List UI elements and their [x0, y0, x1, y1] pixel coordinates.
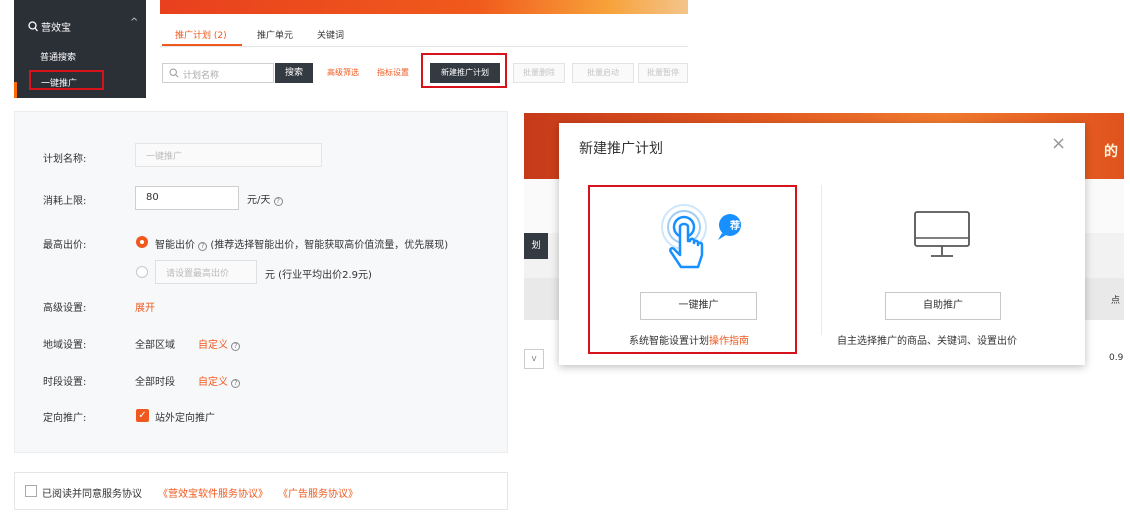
modal-title: 新建推广计划 [579, 141, 663, 157]
search-placeholder: 计划名称 [183, 71, 220, 81]
time-label: 时段设置: [43, 377, 87, 388]
external-targeting-checkbox[interactable]: ✓ [136, 409, 149, 422]
region-custom-link[interactable]: 自定义 [198, 340, 228, 351]
search-icon [169, 68, 179, 78]
sidebar: 营效宝 ^ 普通搜索 一键推广 [14, 0, 146, 98]
background-column-header: 点 [1111, 296, 1121, 306]
manual-bid-unit: 元 (行业平均出价2.9元) [265, 270, 372, 281]
budget-unit: 元/天 ? [247, 191, 283, 206]
smart-bid-option: 智能出价 ? (推荐选择智能出价，智能获取高价值流量，优先展现) [155, 236, 448, 251]
plan-name-placeholder: 一键推广 [146, 152, 183, 162]
background-cell-value: 0.9 [1109, 353, 1124, 363]
tab-units[interactable]: 推广单元 [257, 28, 293, 41]
chevron-up-icon[interactable]: ^ [130, 17, 138, 28]
advanced-filter-link[interactable]: 高级筛选 [327, 67, 359, 78]
help-icon[interactable]: ? [231, 379, 241, 388]
manual-bid-radio[interactable] [136, 266, 148, 278]
tab-divider [160, 46, 688, 47]
search-button[interactable]: 搜索 [275, 63, 313, 83]
targeting-label: 定向推广: [43, 413, 87, 424]
expand-link[interactable]: 展开 [135, 299, 155, 314]
chevron-down-icon: v [524, 349, 544, 369]
budget-label: 消耗上限: [43, 196, 87, 207]
agreement-checkbox[interactable] [25, 485, 37, 497]
smart-bid-radio[interactable] [136, 236, 148, 248]
time-custom-link[interactable]: 自定义 [198, 377, 228, 388]
tab-plans[interactable]: 推广计划 (2) [175, 28, 227, 41]
plan-name-input[interactable]: 一键推广 [135, 143, 322, 167]
guide-link[interactable]: 操作指南 [709, 336, 749, 347]
plan-name-search-input[interactable]: 计划名称 [162, 63, 274, 83]
time-custom: 自定义 ? [198, 373, 241, 388]
budget-input[interactable]: 80 [135, 186, 239, 210]
indicator-settings-link[interactable]: 指标设置 [377, 67, 409, 78]
region-label: 地域设置: [43, 340, 87, 351]
tap-hand-icon [661, 204, 741, 269]
region-value: 全部区域 [135, 340, 175, 351]
sidebar-title[interactable]: 营效宝 [41, 19, 71, 34]
batch-delete-button[interactable]: 批量删除 [513, 63, 565, 83]
external-targeting-label: 站外定向推广 [155, 413, 215, 424]
banner-text: 的 [1104, 144, 1118, 160]
budget-value: 80 [146, 192, 159, 203]
recommend-badge: 荐 [730, 221, 740, 232]
help-icon[interactable]: ? [198, 242, 208, 251]
one-click-desc-text: 系统智能设置计划 [629, 336, 709, 347]
new-plan-modal: 新建推广计划 × 荐 一键推广 系统智能设置计划操作指南 自助推广 自主选择推广… [559, 123, 1085, 365]
self-service-description: 自主选择推广的商品、关键词、设置出价 [837, 336, 1017, 347]
one-click-description: 系统智能设置计划操作指南 [629, 332, 749, 347]
bid-label: 最高出价: [43, 240, 87, 251]
smart-bid-label: 智能出价 [155, 240, 195, 251]
time-value: 全部时段 [135, 377, 175, 388]
sidebar-item-normal-search[interactable]: 普通搜索 [40, 50, 76, 63]
batch-enable-button[interactable]: 批量启动 [572, 63, 634, 83]
region-custom: 自定义 ? [198, 336, 241, 351]
software-agreement-link[interactable]: 《营效宝软件服务协议》 [158, 485, 268, 500]
manual-bid-input[interactable]: 请设置最高出价 [155, 260, 257, 284]
advanced-settings-label: 高级设置: [43, 303, 87, 314]
close-icon[interactable]: × [1051, 135, 1066, 153]
ad-agreement-link[interactable]: 《广告服务协议》 [278, 485, 358, 500]
header-banner [160, 0, 688, 14]
active-indicator [14, 82, 17, 98]
budget-unit-text: 元/天 [247, 195, 271, 206]
batch-pause-button[interactable]: 批量暂停 [638, 63, 688, 83]
modal-divider [821, 185, 822, 335]
monitor-icon [914, 211, 970, 257]
plan-name-label: 计划名称: [43, 154, 87, 165]
new-plan-button[interactable]: 新建推广计划 [430, 63, 500, 83]
one-click-promotion-button[interactable]: 一键推广 [640, 292, 757, 320]
agreement-text: 已阅读并同意服务协议 [42, 489, 142, 500]
manual-bid-placeholder: 请设置最高出价 [166, 269, 230, 279]
tab-keywords[interactable]: 关键词 [317, 28, 344, 41]
sidebar-item-one-click-promotion[interactable]: 一键推广 [29, 70, 104, 90]
background-button: 划 [524, 233, 548, 259]
search-icon [28, 21, 38, 32]
self-service-promotion-button[interactable]: 自助推广 [885, 292, 1001, 320]
help-icon[interactable]: ? [273, 197, 283, 206]
smart-bid-note: (推荐选择智能出价，智能获取高价值流量，优先展现) [210, 240, 449, 251]
help-icon[interactable]: ? [231, 342, 241, 351]
